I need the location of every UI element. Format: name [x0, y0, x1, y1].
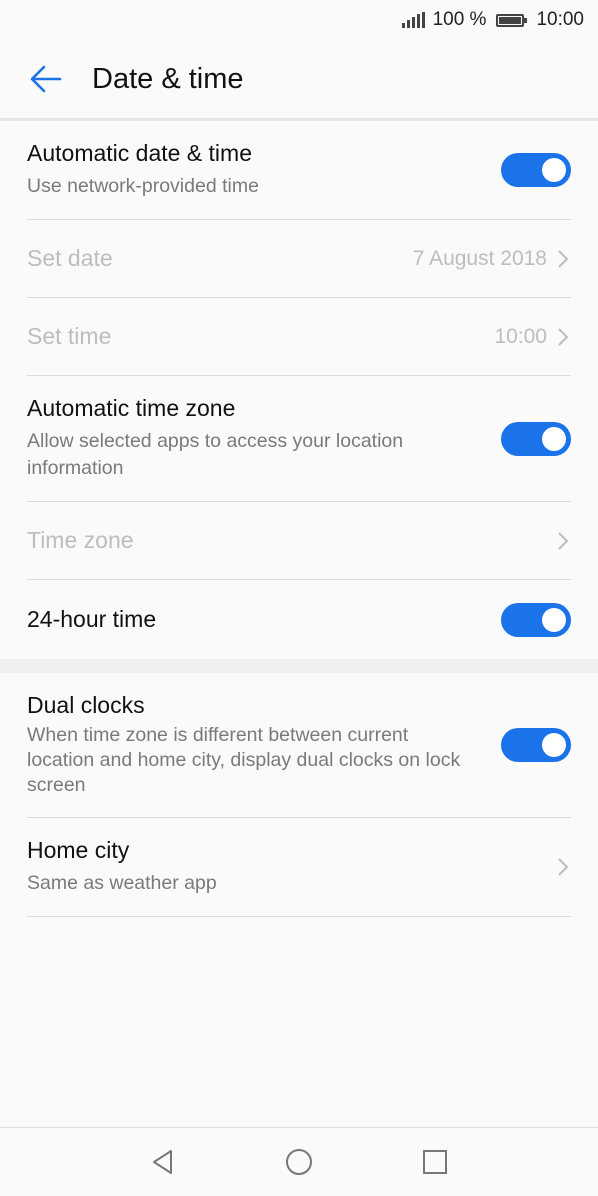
- signal-icon: [401, 12, 425, 28]
- status-time: 10:00: [536, 9, 584, 30]
- setting-set-date: Set date 7 August 2018: [27, 220, 571, 298]
- nav-recents-button[interactable]: [415, 1142, 455, 1182]
- setting-title: Set date: [27, 245, 113, 271]
- chevron-right-icon: [558, 249, 569, 268]
- setting-subtitle: Same as weather app: [27, 872, 217, 894]
- status-bar: 100 % 10:00: [0, 0, 598, 40]
- setting-subtitle: Allow selected apps to access your locat…: [27, 430, 404, 479]
- battery-percent: 100 %: [432, 9, 487, 30]
- setting-automatic-date-time[interactable]: Automatic date & time Use network-provid…: [27, 121, 571, 220]
- nav-home-icon: [286, 1149, 312, 1175]
- app-bar: Date & time: [0, 40, 598, 121]
- setting-automatic-time-zone[interactable]: Automatic time zone Allow selected apps …: [27, 376, 571, 502]
- setting-subtitle: Use network-provided time: [27, 175, 259, 197]
- setting-title: Automatic time zone: [27, 395, 236, 421]
- setting-title: Set time: [27, 323, 112, 349]
- back-arrow-icon: [30, 65, 62, 93]
- navigation-bar: [0, 1127, 598, 1196]
- nav-back-button[interactable]: [143, 1142, 183, 1182]
- setting-subtitle: When time zone is different between curr…: [27, 724, 461, 796]
- 24-hour-time-toggle[interactable]: [501, 602, 571, 637]
- battery-icon: [496, 13, 528, 27]
- dual-clocks-toggle[interactable]: [501, 728, 571, 762]
- settings-list-1: Automatic date & time Use network-provid…: [0, 121, 598, 659]
- setting-time-zone: Time zone: [27, 502, 571, 580]
- back-button[interactable]: [0, 40, 92, 118]
- page-title: Date & time: [92, 62, 244, 95]
- setting-title: Dual clocks: [27, 692, 145, 718]
- setting-title: 24-hour time: [27, 606, 157, 632]
- setting-value: 10:00: [494, 324, 547, 348]
- setting-title: Time zone: [27, 527, 134, 553]
- setting-dual-clocks[interactable]: Dual clocks When time zone is different …: [27, 673, 571, 818]
- nav-home-button[interactable]: [279, 1142, 319, 1182]
- automatic-time-zone-toggle[interactable]: [501, 421, 571, 456]
- setting-value: 7 August 2018: [412, 246, 547, 270]
- nav-back-icon: [153, 1150, 172, 1174]
- setting-24-hour-time[interactable]: 24-hour time: [27, 580, 571, 659]
- nav-recents-icon: [423, 1150, 447, 1174]
- settings-list-2: Dual clocks When time zone is different …: [0, 673, 598, 917]
- setting-home-city[interactable]: Home city Same as weather app: [27, 818, 571, 917]
- automatic-date-time-toggle[interactable]: [501, 153, 571, 187]
- setting-title: Automatic date & time: [27, 140, 252, 166]
- section-divider: [0, 659, 598, 673]
- chevron-right-icon: [558, 531, 569, 550]
- setting-set-time: Set time 10:00: [27, 298, 571, 376]
- chevron-right-icon: [558, 327, 569, 346]
- chevron-right-icon: [558, 858, 569, 876]
- setting-title: Home city: [27, 837, 130, 863]
